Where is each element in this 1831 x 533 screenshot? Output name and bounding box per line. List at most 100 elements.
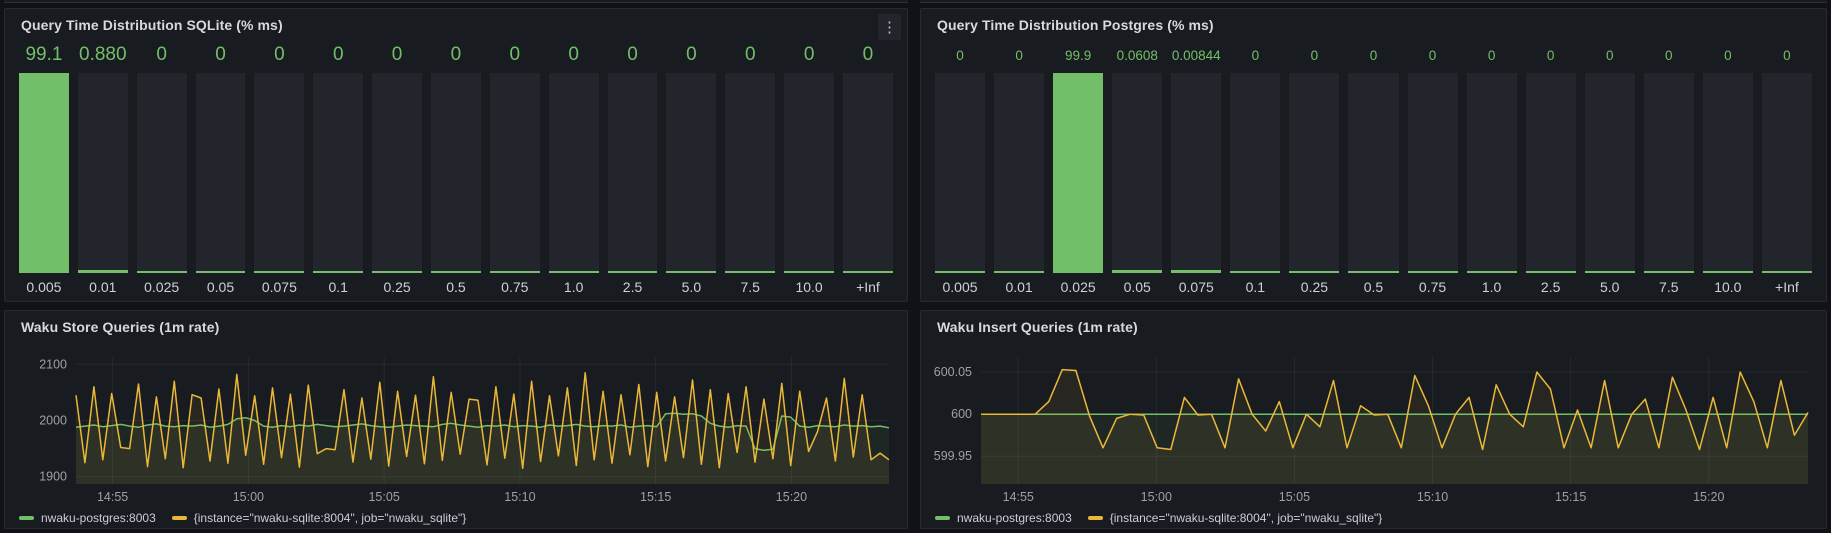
histogram-bucket: 00.75 <box>1408 41 1458 299</box>
bucket-value: 0 <box>1289 41 1339 69</box>
histogram-bucket: 0+Inf <box>1762 41 1812 299</box>
bucket-bar-track <box>1408 73 1458 273</box>
bucket-bar-fill <box>549 271 599 273</box>
histogram-bucket: 00.005 <box>935 41 985 299</box>
x-axis-tick-label: 15:05 <box>1279 490 1310 504</box>
bucket-label: 0.1 <box>1230 273 1280 299</box>
bucket-label: 0.005 <box>19 273 69 299</box>
bucket-bar-fill <box>1230 271 1280 273</box>
bucket-label: 0.5 <box>1348 273 1398 299</box>
bucket-bar-fill <box>1171 270 1221 273</box>
panel-header[interactable]: Waku Insert Queries (1m rate) <box>921 311 1826 343</box>
legend-item[interactable]: {instance="nwaku-sqlite:8004", job="nwak… <box>172 511 467 525</box>
bucket-label: 1.0 <box>1467 273 1517 299</box>
x-axis-tick-label: 15:00 <box>1141 490 1172 504</box>
legend-item[interactable]: nwaku-postgres:8003 <box>935 511 1072 525</box>
histogram-bucket: 01.0 <box>1467 41 1517 299</box>
bucket-value: 0 <box>608 41 658 69</box>
bucket-value: 0 <box>1348 41 1398 69</box>
y-axis-tick-label: 600 <box>951 407 972 421</box>
bucket-label: 5.0 <box>1585 273 1635 299</box>
bucket-label: 0.05 <box>196 273 246 299</box>
bucket-bar-track <box>935 73 985 273</box>
panel-header[interactable]: Query Time Distribution Postgres (% ms) <box>921 9 1826 41</box>
bucket-bar-fill <box>196 271 246 273</box>
bucket-bar-fill <box>78 270 128 273</box>
histogram-bucket: 99.90.025 <box>1053 41 1103 299</box>
histogram-bucket: 00.1 <box>313 41 363 299</box>
legend-item[interactable]: nwaku-postgres:8003 <box>19 511 156 525</box>
histogram-bucket: 00.75 <box>490 41 540 299</box>
bucket-bar-track <box>1526 73 1576 273</box>
bucket-label: 7.5 <box>725 273 775 299</box>
histogram-bucket: 0.06080.05 <box>1112 41 1162 299</box>
legend: nwaku-postgres:8003 {instance="nwaku-sqli… <box>921 507 1826 527</box>
histogram-bucket: 05.0 <box>666 41 716 299</box>
bucket-label: 1.0 <box>549 273 599 299</box>
bucket-value: 0 <box>1467 41 1517 69</box>
bucket-label: 5.0 <box>666 273 716 299</box>
panel-title: Waku Insert Queries (1m rate) <box>937 319 1138 335</box>
bucket-bar-fill <box>254 271 304 273</box>
bucket-bar-fill <box>1762 271 1812 273</box>
histogram-bucket: 0.8800.01 <box>78 41 128 299</box>
timeseries-plot[interactable]: 21002000190014:5515:0015:0515:1015:1515:… <box>5 343 907 507</box>
bucket-bar-fill <box>1112 270 1162 273</box>
bucket-value: 0 <box>196 41 246 69</box>
legend-series-dash-icon <box>19 516 34 520</box>
bucket-value: 0 <box>254 41 304 69</box>
timeseries-plot[interactable]: 600.05600599.9514:5515:0015:0515:1015:15… <box>921 343 1826 507</box>
panel-title: Query Time Distribution Postgres (% ms) <box>937 17 1214 33</box>
panel-menu-button[interactable]: ⋮ <box>878 14 901 40</box>
histogram-bucket: 07.5 <box>1644 41 1694 299</box>
bucket-bar-track <box>666 73 716 273</box>
x-axis-tick-label: 15:10 <box>504 490 535 504</box>
histogram-bucket: 010.0 <box>784 41 834 299</box>
histogram-bucket: 01.0 <box>549 41 599 299</box>
bucket-bar-fill <box>1289 271 1339 273</box>
histogram-bucket: 99.1 0.005 <box>19 41 69 299</box>
x-axis-tick-label: 15:05 <box>368 490 399 504</box>
panel-edge-above-left <box>4 0 908 3</box>
legend-item[interactable]: {instance="nwaku-sqlite:8004", job="nwak… <box>1088 511 1383 525</box>
bucket-bar-track <box>1112 73 1162 273</box>
bucket-bar-track <box>784 73 834 273</box>
panel-title: Waku Store Queries (1m rate) <box>21 319 219 335</box>
bucket-value: 99.9 <box>1053 41 1103 69</box>
bucket-value: 0 <box>372 41 422 69</box>
bucket-value: 99.1 <box>19 41 69 69</box>
panel-query-time-sqlite: Query Time Distribution SQLite (% ms) ⋮ … <box>4 8 908 302</box>
histogram-bucket: 00.01 <box>994 41 1044 299</box>
histogram-bucket: 00.25 <box>372 41 422 299</box>
panel-header[interactable]: Waku Store Queries (1m rate) <box>5 311 907 343</box>
bucket-bar-track <box>1053 73 1103 273</box>
bucket-label: 10.0 <box>1703 273 1753 299</box>
legend-series-dash-icon <box>1088 516 1103 520</box>
x-axis-tick-label: 15:15 <box>1555 490 1586 504</box>
bucket-value: 0 <box>431 41 481 69</box>
bucket-bar-track <box>994 73 1044 273</box>
bucket-label: 0.025 <box>137 273 187 299</box>
bucket-bar-track <box>1585 73 1635 273</box>
histogram-bucket: 02.5 <box>1526 41 1576 299</box>
bucket-bar-fill <box>1703 271 1753 273</box>
bucket-bar-fill <box>1348 271 1398 273</box>
bucket-bar-track <box>1289 73 1339 273</box>
x-axis-tick-label: 14:55 <box>97 490 128 504</box>
bucket-bar-fill <box>1467 271 1517 273</box>
bucket-value: 0 <box>137 41 187 69</box>
bucket-label: 0.075 <box>254 273 304 299</box>
x-axis-tick-label: 15:15 <box>640 490 671 504</box>
panel-header[interactable]: Query Time Distribution SQLite (% ms) ⋮ <box>5 9 907 41</box>
panel-waku-store-queries: Waku Store Queries (1m rate) 21002000190… <box>4 310 908 529</box>
bucket-value: 0 <box>1408 41 1458 69</box>
histogram-bucket: 00.1 <box>1230 41 1280 299</box>
legend-series-label: nwaku-postgres:8003 <box>957 511 1072 525</box>
bucket-bar-track <box>1762 73 1812 273</box>
bucket-bar-fill <box>1585 271 1635 273</box>
bucket-label: 0.5 <box>431 273 481 299</box>
legend-series-dash-icon <box>935 516 950 520</box>
histogram-bucket: 00.25 <box>1289 41 1339 299</box>
legend-series-label: {instance="nwaku-sqlite:8004", job="nwak… <box>1110 511 1383 525</box>
bucket-bar-fill <box>1526 271 1576 273</box>
